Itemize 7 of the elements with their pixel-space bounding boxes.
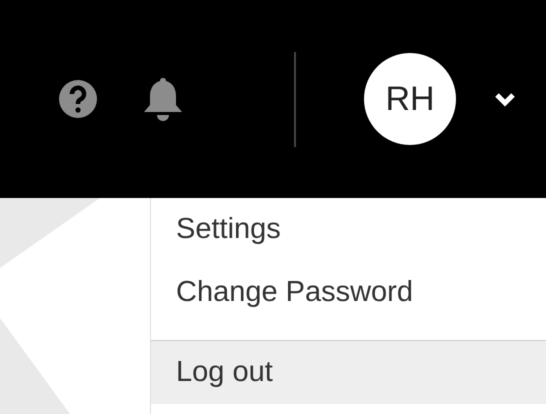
avatar[interactable]: RH bbox=[364, 53, 456, 145]
chevron-down-icon[interactable] bbox=[494, 91, 516, 107]
menu-item[interactable]: Change Password bbox=[151, 261, 546, 324]
menu-item[interactable]: Settings bbox=[151, 198, 546, 261]
help-icon[interactable] bbox=[58, 79, 98, 119]
bell-icon[interactable] bbox=[142, 76, 184, 122]
menu-item[interactable]: Log out bbox=[151, 340, 546, 404]
